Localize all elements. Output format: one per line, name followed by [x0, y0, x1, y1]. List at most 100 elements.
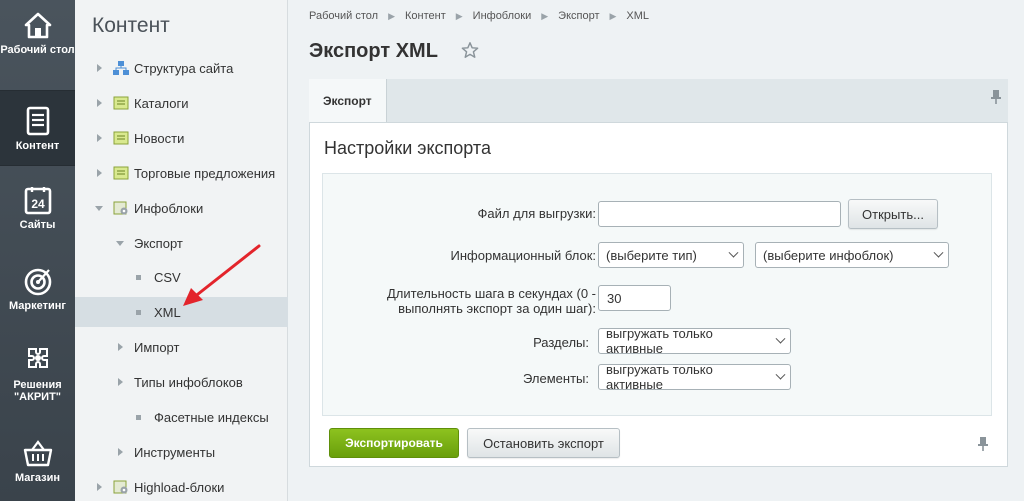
menu-item-shop[interactable]: Магазин: [0, 438, 75, 484]
site-structure-icon: [113, 61, 129, 75]
breadcrumb: Рабочий стол ▶ Контент ▶ Инфоблоки ▶ Экс…: [309, 10, 649, 22]
menu-item-content[interactable]: Контент: [0, 90, 75, 166]
iblock-settings-icon: [113, 201, 128, 215]
chevron-down-icon: [933, 247, 944, 258]
tree-item-label: Фасетные индексы: [154, 409, 269, 425]
tree-item-label: Каталоги: [134, 95, 189, 111]
expand-arrow-icon[interactable]: [95, 133, 105, 143]
tree-item-import[interactable]: Импорт: [75, 332, 288, 362]
menu-item-label: Сайты: [19, 219, 56, 231]
settings-form: Файл для выгрузки: Открыть... Информацио…: [322, 173, 992, 416]
bullet-icon: [136, 274, 141, 280]
tree-item-highload-blocks[interactable]: Highload-блоки: [75, 472, 288, 501]
iblock-type-select[interactable]: (выберите тип): [598, 242, 744, 268]
bullet-icon: [136, 309, 141, 315]
puzzle-icon: [27, 348, 48, 368]
tab-export[interactable]: Экспорт: [309, 79, 387, 122]
tree-item-news[interactable]: Новости: [75, 123, 288, 153]
tree-item-label: Импорт: [134, 339, 180, 355]
menu-item-sites[interactable]: 24 Сайты: [0, 185, 75, 231]
tree-item-iblock-types[interactable]: Типы инфоблоков: [75, 367, 288, 397]
select-value: выгружать только активные: [606, 326, 713, 356]
menu-item-label: Маркетинг: [9, 300, 66, 312]
step-label-line-2: выполнять экспорт за один шаг):: [398, 301, 596, 316]
elements-select[interactable]: выгружать только активные: [598, 362, 791, 392]
expand-arrow-icon[interactable]: [116, 342, 126, 352]
tree-item-site-structure[interactable]: Структура сайта: [75, 53, 288, 83]
select-value: (выберите тип): [606, 247, 697, 263]
expand-arrow-icon[interactable]: [116, 447, 126, 457]
pin-icon[interactable]: [978, 437, 988, 451]
tree-item-catalogs[interactable]: Каталоги: [75, 88, 288, 118]
annotation-arrow-icon: [183, 244, 261, 306]
iblock-icon: [113, 166, 129, 180]
tree-item-facet-indexes[interactable]: Фасетные индексы: [75, 402, 288, 432]
select-value: выгружать только активные: [606, 362, 713, 392]
panel-title: Настройки экспорта: [324, 138, 491, 158]
document-icon: [26, 106, 49, 136]
home-icon: [24, 12, 51, 39]
iblock-select[interactable]: (выберите инфоблок): [755, 242, 949, 268]
tree-item-tools[interactable]: Инструменты: [75, 437, 288, 467]
export-button[interactable]: Экспортировать: [329, 428, 459, 458]
sections-label: Разделы:: [533, 335, 589, 350]
chevron-right-icon: ▶: [609, 10, 617, 21]
menu-item-label: Решения "АКРИТ": [13, 379, 62, 403]
elements-label: Элементы:: [523, 371, 589, 386]
breadcrumb-item[interactable]: Экспорт: [558, 10, 599, 22]
breadcrumb-item[interactable]: Инфоблоки: [473, 10, 532, 22]
expand-arrow-icon[interactable]: [95, 482, 105, 492]
tree-item-label: Инфоблоки: [134, 200, 204, 216]
chevron-right-icon: ▶: [388, 10, 395, 21]
main-menu-rail: Рабочий стол Контент 24 Сайты Маркетинг: [0, 0, 75, 501]
step-duration-input[interactable]: 30: [598, 285, 671, 311]
tab-bar: Экспорт: [309, 79, 1008, 122]
breadcrumb-item[interactable]: Контент: [405, 10, 446, 22]
main-content: Рабочий стол ▶ Контент ▶ Инфоблоки ▶ Экс…: [289, 0, 1024, 501]
collapse-arrow-icon[interactable]: [95, 203, 105, 213]
page-title: Экспорт XML: [309, 40, 438, 62]
file-path-input[interactable]: [598, 201, 841, 227]
breadcrumb-item[interactable]: XML: [626, 10, 649, 22]
iblock-label: Информационный блок:: [450, 248, 596, 263]
iblock-icon: [113, 131, 129, 145]
breadcrumb-item[interactable]: Рабочий стол: [309, 10, 378, 22]
sections-select[interactable]: выгружать только активные: [598, 326, 791, 356]
stop-export-button[interactable]: Остановить экспорт: [467, 428, 620, 458]
tree-item-label: Highload-блоки: [134, 479, 225, 495]
export-settings-panel: Настройки экспорта Файл для выгрузки: От…: [309, 122, 1008, 467]
tree-item-label: Новости: [134, 130, 185, 146]
favorite-star-icon[interactable]: [461, 41, 479, 59]
menu-item-label: Магазин: [14, 472, 61, 484]
menu-item-desktop[interactable]: Рабочий стол: [0, 10, 75, 56]
step-label-line-1: Длительность шага в секундах (0 -: [386, 286, 596, 301]
chevron-right-icon: ▶: [455, 10, 463, 21]
select-value: (выберите инфоблок): [763, 247, 894, 263]
highload-block-icon: [113, 480, 128, 494]
pin-icon[interactable]: [991, 90, 1001, 104]
chevron-right-icon: ▶: [541, 10, 549, 21]
chevron-down-icon: [775, 333, 786, 344]
chevron-down-icon: [775, 369, 786, 380]
tree-item-trade-offers[interactable]: Торговые предложения: [75, 158, 288, 188]
tree-item-label: Типы инфоблоков: [134, 374, 243, 390]
tree-item-label: Торговые предложения: [134, 165, 276, 181]
chevron-down-icon: [728, 247, 739, 258]
file-label: Файл для выгрузки:: [477, 206, 597, 221]
expand-arrow-icon[interactable]: [95, 63, 105, 73]
collapse-arrow-icon[interactable]: [116, 238, 126, 248]
expand-arrow-icon[interactable]: [95, 98, 105, 108]
target-icon: [24, 268, 51, 296]
tree-item-iblocks[interactable]: Инфоблоки: [75, 193, 288, 223]
menu-item-akrit-solutions[interactable]: Решения "АКРИТ": [0, 345, 75, 403]
open-file-button[interactable]: Открыть...: [848, 199, 938, 229]
svg-text:24: 24: [31, 197, 45, 211]
menu-item-marketing[interactable]: Маркетинг: [0, 266, 75, 312]
expand-arrow-icon[interactable]: [95, 168, 105, 178]
tree-item-label: Структура сайта: [134, 60, 234, 76]
basket-icon: [23, 440, 52, 467]
expand-arrow-icon[interactable]: [116, 377, 126, 387]
step-duration-label: Длительность шага в секундах (0 - выполн…: [323, 286, 596, 316]
tree-item-label: Инструменты: [134, 444, 216, 460]
menu-item-label: Рабочий стол: [0, 44, 75, 56]
